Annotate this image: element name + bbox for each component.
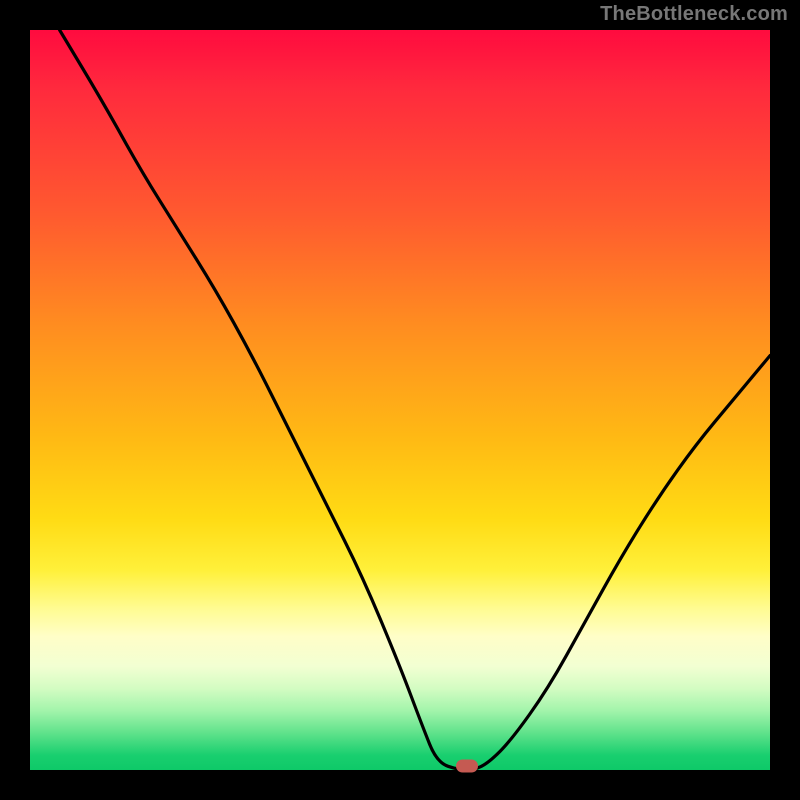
- bottleneck-curve: [30, 30, 770, 770]
- attribution-label: TheBottleneck.com: [600, 3, 788, 26]
- chart-frame: TheBottleneck.com: [0, 0, 800, 800]
- minimum-marker: [456, 760, 478, 773]
- plot-area: [30, 30, 770, 770]
